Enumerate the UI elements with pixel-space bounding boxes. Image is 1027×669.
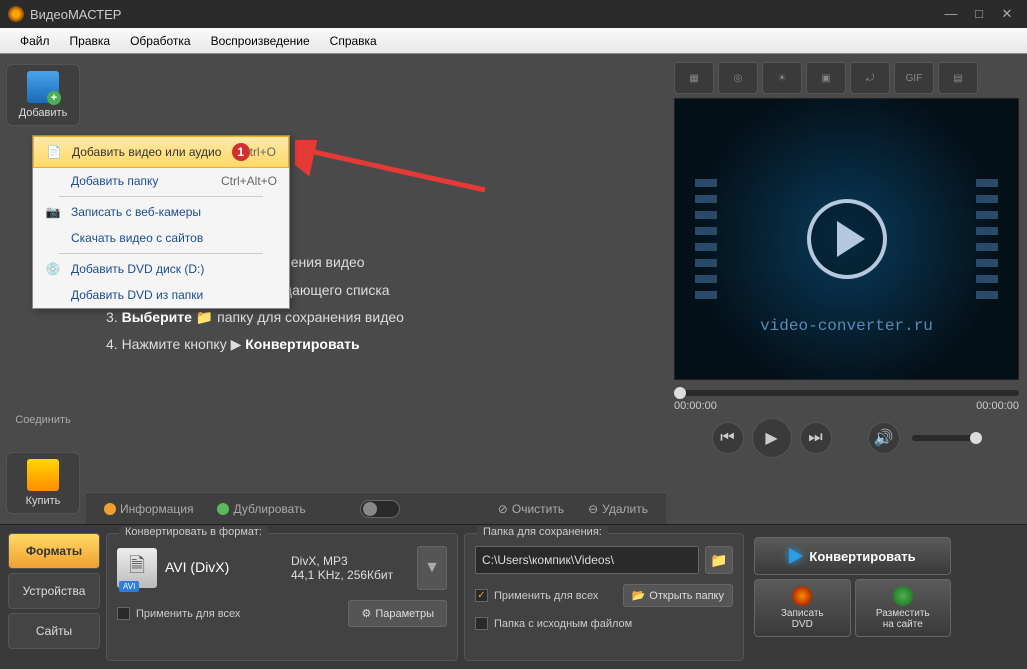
menubar: Файл Правка Обработка Воспроизведение Сп… (0, 28, 1027, 54)
gif-tool-icon[interactable]: GIF (894, 62, 934, 94)
shortcut-2: Ctrl+Alt+O (221, 174, 281, 188)
close-button[interactable]: ✕ (995, 5, 1019, 23)
app-logo-icon (8, 6, 24, 22)
avi-format-icon: 🗎AVI (117, 548, 157, 588)
seek-knob[interactable] (674, 387, 686, 399)
step-4: 4. Нажмите кнопку ▶ Конвертировать (106, 332, 646, 357)
red-arrow-annotation (295, 140, 495, 200)
convert-panel: Конвертировать ЗаписатьDVD Разместитьна … (750, 533, 955, 661)
prev-button[interactable]: ⏮ (712, 422, 744, 454)
format-applyall-checkbox[interactable] (117, 607, 130, 620)
menu-add-dvd-folder[interactable]: Добавить DVD из папки (33, 282, 289, 308)
speed-tool-icon[interactable]: ⤾ (850, 62, 890, 94)
brightness-tool-icon[interactable]: ☀ (762, 62, 802, 94)
tab-column: Форматы Устройства Сайты (8, 533, 100, 661)
duplicate-icon (217, 503, 229, 515)
folder-title: Папка для сохранения: (477, 526, 608, 538)
bottom-panel: Форматы Устройства Сайты Конвертировать … (0, 524, 1027, 669)
menu-record-webcam[interactable]: 📷 Записать с веб-камеры (33, 199, 289, 225)
delete-button[interactable]: ⊖ Удалить (580, 498, 656, 520)
camera-tool-icon[interactable]: ◎ (718, 62, 758, 94)
playback-controls: ⏮ ▶ ⏭ 🔊 (674, 418, 1019, 458)
film-tool-icon[interactable]: ▣ (806, 62, 846, 94)
format-codec: DivX, MP3 (291, 554, 409, 568)
keep-source-checkbox[interactable] (475, 617, 488, 630)
time-row: 00:00:00 00:00:00 (674, 400, 1019, 412)
parameters-button[interactable]: ⚙ Параметры (348, 600, 447, 627)
dvd-disc-icon (792, 586, 812, 606)
list-actions-bar: Информация Дублировать ⊘ Очистить ⊖ Удал… (86, 492, 666, 524)
add-label: Добавить (9, 107, 77, 119)
badge-1: 1 (232, 143, 250, 161)
volume-slider[interactable] (912, 435, 982, 441)
format-dropdown-button[interactable]: ▼ (417, 546, 447, 590)
keep-source-label: Папка с исходным файлом (494, 618, 632, 630)
folder-path-input[interactable] (475, 546, 699, 574)
menu-add-dvd-disc[interactable]: 💿 Добавить DVD диск (D:) (33, 256, 289, 282)
open-folder-button[interactable]: 📂 Открыть папку (623, 584, 733, 607)
titlebar: ВидеоМАСТЕР — □ ✕ (0, 0, 1027, 28)
menu-file[interactable]: Файл (10, 30, 60, 52)
duplicate-button[interactable]: Дублировать (209, 498, 313, 520)
add-button[interactable]: Добавить (6, 64, 80, 126)
menu-play[interactable]: Воспроизведение (201, 30, 320, 52)
preview-column: ▦ ◎ ☀ ▣ ⤾ GIF ▤ video-converter.ru 00:00… (666, 54, 1027, 524)
format-applyall-label: Применить для всех (136, 608, 240, 620)
buy-label: Купить (9, 495, 77, 507)
seek-bar[interactable] (674, 390, 1019, 396)
format-panel: Конвертировать в формат: 🗎AVI AVI (DivX)… (106, 533, 458, 661)
volume-button[interactable]: 🔊 (868, 422, 900, 454)
add-file-icon: 📄 (42, 145, 66, 159)
join-button[interactable]: Соединить (6, 408, 80, 432)
add-dropdown-menu: 📄 Добавить видео или аудио 1 trl+O Добав… (32, 135, 290, 309)
menu-edit[interactable]: Правка (60, 30, 121, 52)
format-title: Конвертировать в формат: (119, 526, 268, 538)
toggle-switch[interactable] (360, 500, 400, 518)
key-icon (27, 459, 59, 491)
menu-help[interactable]: Справка (320, 30, 387, 52)
folder-applyall-label: Применить для всех (494, 590, 598, 602)
crop-tool-icon[interactable]: ▦ (674, 62, 714, 94)
dvd-icon: 💿 (41, 262, 65, 276)
globe-icon (893, 586, 913, 606)
preview-box[interactable]: video-converter.ru (674, 98, 1019, 380)
filmstrip-icon (695, 179, 998, 299)
webcam-icon: 📷 (41, 205, 65, 219)
browse-button[interactable]: 📁 (705, 546, 733, 574)
clear-button[interactable]: ⊘ Очистить (490, 498, 572, 520)
tab-devices[interactable]: Устройства (8, 573, 100, 609)
menu-process[interactable]: Обработка (120, 30, 201, 52)
format-name: AVI (DivX) (165, 559, 283, 575)
publish-site-button[interactable]: Разместитьна сайте (855, 579, 952, 637)
text-tool-icon[interactable]: ▤ (938, 62, 978, 94)
tab-formats[interactable]: Форматы (8, 533, 100, 569)
watermark-text: video-converter.ru (760, 317, 933, 335)
play-button[interactable]: ▶ (752, 418, 792, 458)
app-title: ВидеоМАСТЕР (30, 7, 121, 22)
folder-panel: Папка для сохранения: 📁 Применить для вс… (464, 533, 744, 661)
menu-add-folder[interactable]: Добавить папку Ctrl+Alt+O (33, 168, 289, 194)
shortcut-1: trl+O (250, 145, 280, 159)
volume-knob[interactable] (970, 432, 982, 444)
info-icon (104, 503, 116, 515)
next-button[interactable]: ⏭ (800, 422, 832, 454)
convert-arrow-icon (789, 548, 803, 564)
time-current: 00:00:00 (674, 400, 717, 412)
minimize-button[interactable]: — (939, 5, 963, 23)
tab-sites[interactable]: Сайты (8, 613, 100, 649)
add-video-icon (27, 71, 59, 103)
info-button[interactable]: Информация (96, 498, 201, 520)
maximize-button[interactable]: □ (967, 5, 991, 23)
folder-applyall-checkbox[interactable] (475, 589, 488, 602)
convert-button[interactable]: Конвертировать (754, 537, 951, 575)
preview-tools: ▦ ◎ ☀ ▣ ⤾ GIF ▤ (674, 62, 1019, 94)
menu-add-video-audio[interactable]: 📄 Добавить видео или аудио 1 trl+O (33, 136, 289, 168)
format-params: 44,1 KHz, 256Кбит (291, 568, 409, 582)
buy-button[interactable]: Купить (6, 452, 80, 514)
menu-download-sites[interactable]: Скачать видео с сайтов (33, 225, 289, 251)
time-total: 00:00:00 (976, 400, 1019, 412)
burn-dvd-button[interactable]: ЗаписатьDVD (754, 579, 851, 637)
